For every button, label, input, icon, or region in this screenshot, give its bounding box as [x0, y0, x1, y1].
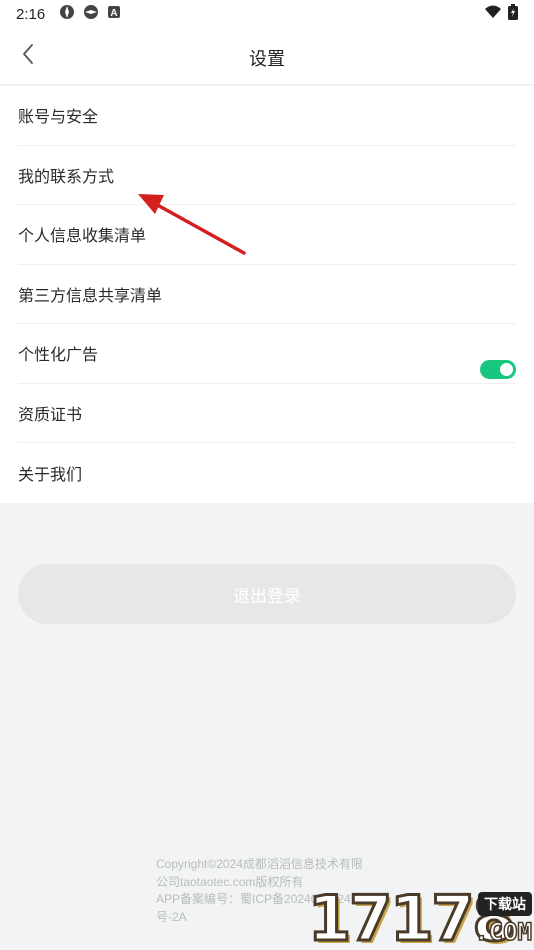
menu-item-label: 第三方信息共享清单: [18, 285, 163, 305]
toggle-knob: [500, 363, 513, 376]
wifi-icon: [484, 5, 502, 24]
menu-item-account-security[interactable]: 账号与安全: [18, 86, 516, 146]
footer-line-1: Copyright©2024成都滔滔信息技术有限: [156, 857, 363, 871]
menu-item-label: 我的联系方式: [18, 166, 115, 186]
a-letter-icon: A: [107, 5, 121, 24]
watermark-badge: 下载站: [478, 892, 532, 916]
menu-item-label: 账号与安全: [18, 107, 99, 127]
battery-charging-icon: [508, 3, 518, 25]
menu-item-about-us[interactable]: 关于我们: [18, 443, 516, 503]
logout-button[interactable]: 退出登录: [18, 564, 516, 624]
menu-item-label: 个性化广告: [18, 345, 99, 365]
menu-item-label: 个人信息收集清单: [18, 226, 147, 246]
menu-item-personalized-ads: 个性化广告: [18, 324, 516, 384]
menu-item-contact-info[interactable]: 我的联系方式: [18, 146, 516, 205]
settings-menu: 账号与安全 我的联系方式 个人信息收集清单 第三方信息共享清单 个性化广告 资质…: [0, 86, 534, 503]
status-right: [484, 3, 518, 25]
navigation-bar: 设置: [0, 28, 534, 85]
menu-item-third-party-sharing[interactable]: 第三方信息共享清单: [18, 265, 516, 324]
svg-text:A: A: [111, 8, 118, 19]
menu-item-personal-info-list[interactable]: 个人信息收集清单: [18, 205, 516, 265]
personalized-ads-toggle[interactable]: [480, 360, 516, 379]
app-icon-2: [83, 4, 99, 25]
watermark-domain: .COM: [473, 917, 532, 947]
status-bar: 2:16 A: [0, 0, 534, 28]
app-icon-1: [59, 4, 75, 25]
menu-item-label: 关于我们: [18, 464, 83, 484]
page-title: 设置: [249, 49, 285, 70]
menu-item-qualifications[interactable]: 资质证书: [18, 384, 516, 443]
status-time: 2:16: [16, 5, 46, 23]
watermark-logo: 17178 下载站 .COM: [307, 886, 534, 950]
menu-item-label: 资质证书: [18, 404, 83, 424]
